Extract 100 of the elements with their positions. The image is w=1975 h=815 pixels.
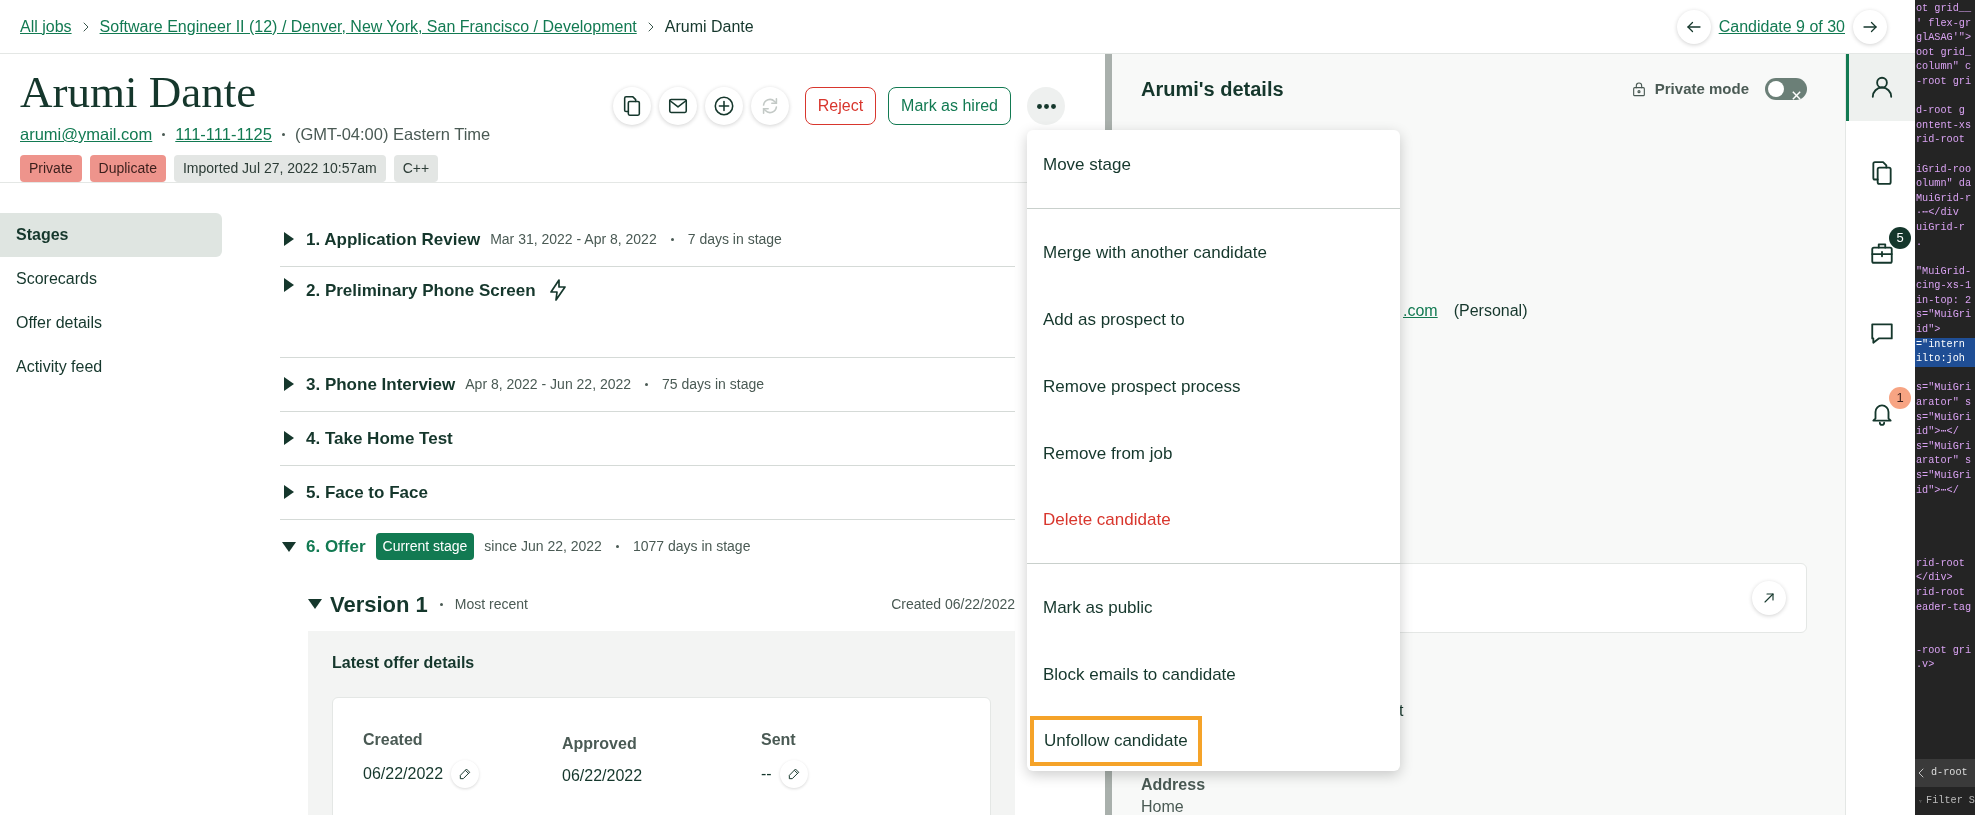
- breadcrumb-link[interactable]: Software Engineer II (12) / Denver, New York, San Francisco / Development: [99, 14, 637, 39]
- edit-button[interactable]: [779, 759, 808, 788]
- sidebar-item[interactable]: Offer details: [0, 300, 222, 345]
- pencil-icon: [458, 766, 473, 781]
- menu-item[interactable]: Merge with another candidate: [1027, 219, 1400, 286]
- more-button[interactable]: [1027, 87, 1065, 126]
- private-mode-toggle[interactable]: [1765, 78, 1807, 101]
- stage-title[interactable]: 3. Phone Interview: [306, 371, 456, 398]
- stage-title[interactable]: 2. Preliminary Phone Screen: [306, 277, 536, 304]
- code-line: rid-root: [1915, 556, 1966, 571]
- expand-toggle[interactable]: [282, 431, 296, 446]
- count-badge: 5: [1889, 227, 1911, 250]
- breadcrumb-link[interactable]: All jobs: [20, 14, 72, 39]
- code-line: "MuiGrid-: [1915, 264, 1973, 279]
- code-line: arator" s: [1915, 454, 1973, 469]
- code-line: arator" s: [1915, 396, 1973, 411]
- menu-item[interactable]: Delete candidate: [1027, 487, 1400, 564]
- code-line: oot grid_: [1915, 45, 1973, 60]
- separator-dot: [281, 132, 285, 136]
- code-line: .v>: [1915, 658, 1936, 673]
- stage-duration: 1077 days in stage: [632, 537, 751, 557]
- expand-toggle[interactable]: [282, 232, 296, 247]
- phone-link[interactable]: 111-111-1125: [175, 122, 272, 147]
- separator-dot: [670, 237, 674, 241]
- next-button[interactable]: [1853, 9, 1887, 44]
- code-line: s="MuiGri: [1915, 439, 1973, 454]
- tag: C++: [393, 154, 439, 182]
- sidebar-tab[interactable]: [1846, 54, 1915, 122]
- field-label: Approved: [562, 733, 638, 754]
- email-link[interactable]: .com: [1403, 299, 1438, 324]
- email-type: (Personal): [1453, 301, 1528, 322]
- stage-badge: Current stage: [375, 533, 475, 561]
- version-note: Most recent: [454, 594, 528, 614]
- section-title: Latest offer details: [332, 652, 476, 673]
- stage-title[interactable]: 4. Take Home Test: [306, 425, 453, 452]
- expand-toggle[interactable]: [282, 377, 296, 392]
- menu-item[interactable]: Remove from job: [1027, 420, 1400, 487]
- expand-toggle[interactable]: [282, 485, 296, 500]
- edit-button[interactable]: [451, 759, 480, 788]
- code-line: eader-tag: [1915, 600, 1973, 615]
- open-button[interactable]: [1752, 581, 1786, 616]
- separator-dot: [162, 132, 166, 136]
- code-line: s="MuiGri: [1915, 381, 1973, 396]
- code-line: rid-root: [1915, 133, 1966, 148]
- stage-title[interactable]: 5. Face to Face: [306, 479, 428, 506]
- version-title: Version 1: [330, 590, 428, 619]
- sidebar-tab[interactable]: 1: [1846, 373, 1915, 454]
- field-label: Created: [363, 729, 424, 750]
- candidate-counter-link[interactable]: Candidate 9 of 30: [1718, 14, 1845, 39]
- menu-item[interactable]: Block emails to candidate: [1027, 641, 1400, 708]
- panel-title: Arumi's details: [1141, 77, 1284, 103]
- menu-item[interactable]: Remove prospect process: [1027, 353, 1400, 420]
- filter-field[interactable]: Filter S: [1926, 793, 1975, 809]
- stage-title[interactable]: 1. Application Review: [306, 226, 481, 253]
- stage-duration: 7 days in stage: [687, 229, 782, 249]
- briefcase-icon: [1869, 240, 1895, 267]
- expand-toggle[interactable]: [282, 277, 296, 292]
- code-line: -root gri: [1915, 74, 1973, 89]
- add-icon: [712, 95, 735, 118]
- candidate-name: Arumi Dante: [20, 66, 258, 119]
- code-line: d-root g: [1915, 104, 1966, 119]
- previous-button[interactable]: [1676, 9, 1711, 44]
- mark-hired-button[interactable]: Mark as hired: [888, 87, 1011, 126]
- stage-duration: 75 days in stage: [662, 374, 765, 394]
- menu-item[interactable]: Move stage: [1027, 132, 1400, 209]
- documents-icon: [1869, 160, 1895, 187]
- timezone-text: (GMT-04:00) Eastern Time: [294, 124, 491, 146]
- private-mode-label: Private mode: [1654, 78, 1749, 99]
- email-button[interactable]: [658, 87, 697, 126]
- copy-button[interactable]: [612, 87, 651, 126]
- code-line: id">⋯</: [1915, 483, 1960, 498]
- stage-dates: Apr 8, 2022 - Jun 22, 2022: [465, 374, 632, 394]
- lock-icon: [1630, 81, 1647, 98]
- code-line: ot grid__: [1915, 2, 1973, 16]
- field-value: --: [761, 763, 772, 784]
- separator-dot: [645, 382, 649, 386]
- sidebar-item[interactable]: Scorecards: [0, 256, 222, 301]
- field-text: t: [1398, 701, 1405, 722]
- person-icon: [1869, 74, 1895, 101]
- code-line: cing-xs-1: [1915, 279, 1973, 294]
- sidebar-item[interactable]: Stages: [0, 212, 222, 257]
- code-line: ontent-xs: [1915, 118, 1973, 133]
- address-value: Home: [1141, 797, 1185, 815]
- code-line: </div>: [1915, 571, 1954, 586]
- add-button[interactable]: [704, 87, 743, 126]
- menu-item[interactable]: Add as prospect to: [1027, 286, 1400, 353]
- more-icon: [1036, 103, 1056, 109]
- code-line: .: [1915, 235, 1924, 250]
- breadcrumb-current: Arumi Dante: [664, 16, 754, 37]
- menu-item[interactable]: Unfollow candidate: [1030, 716, 1202, 766]
- stage-title[interactable]: 6. Offer: [306, 534, 366, 560]
- menu-item[interactable]: Mark as public: [1027, 574, 1400, 641]
- separator-dot: [439, 602, 443, 606]
- sidebar-item[interactable]: Activity feed: [0, 344, 222, 389]
- collapse-toggle[interactable]: [282, 539, 296, 554]
- email-link[interactable]: arumi@ymail.com: [20, 122, 153, 147]
- code-line: iGrid-roo: [1915, 162, 1973, 177]
- field-label: Sent: [761, 729, 797, 750]
- sidebar-tab[interactable]: 5: [1846, 213, 1915, 294]
- reject-button[interactable]: Reject: [804, 87, 877, 126]
